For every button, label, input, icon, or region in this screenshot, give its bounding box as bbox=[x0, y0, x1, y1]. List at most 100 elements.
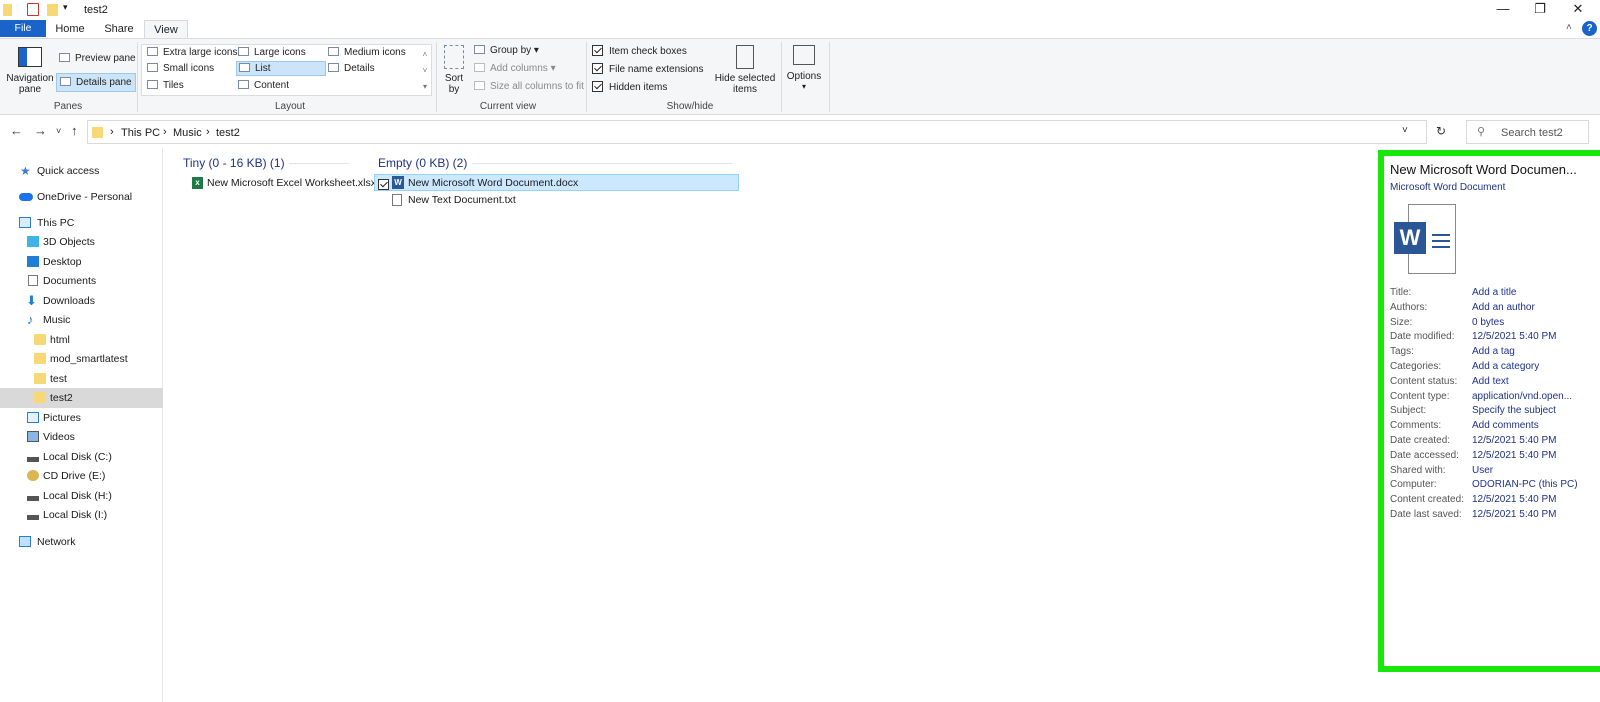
forward-arrow-icon[interactable]: → bbox=[34, 123, 47, 138]
size-all-columns-button[interactable]: Size all columns to fit bbox=[474, 81, 584, 92]
nav-item-this-pc[interactable]: This PC bbox=[0, 213, 163, 233]
group-heading-tiny[interactable]: Tiny (0 - 16 KB) (1) bbox=[183, 156, 285, 170]
customize-toolbar-icon[interactable]: ▾ bbox=[63, 2, 68, 13]
breadcrumb-this-pc[interactable]: This PC bbox=[121, 127, 160, 139]
details-pane-button[interactable]: Details pane bbox=[56, 73, 136, 92]
tab-home[interactable]: Home bbox=[52, 20, 88, 39]
address-dropdown-icon[interactable]: ˅ bbox=[1402, 125, 1408, 136]
nav-item-desktop[interactable]: Desktop bbox=[0, 252, 163, 272]
nav-item-local-disk-c[interactable]: Local Disk (C:) bbox=[0, 447, 163, 467]
nav-item-local-disk-i[interactable]: Local Disk (I:) bbox=[0, 505, 163, 525]
layout-extra-large-icons[interactable]: Extra large icons bbox=[147, 47, 237, 58]
details-title: New Microsoft Word Documen... bbox=[1390, 162, 1577, 177]
hide-selected-items-button[interactable]: Hide selected items bbox=[713, 45, 777, 97]
nav-item-test[interactable]: test bbox=[0, 369, 163, 389]
group-heading-empty[interactable]: Empty (0 KB) (2) bbox=[378, 156, 467, 170]
text-file-icon bbox=[392, 194, 402, 206]
property-value[interactable]: Add comments bbox=[1472, 420, 1600, 431]
hidden-items-label: Hidden items bbox=[609, 82, 668, 93]
document-icon bbox=[28, 275, 38, 286]
network-icon bbox=[19, 536, 31, 547]
search-input[interactable]: ⚲ Search test2 bbox=[1466, 120, 1589, 144]
nav-item-test2[interactable]: test2 bbox=[0, 388, 163, 408]
layout-medium-icons[interactable]: Medium icons bbox=[328, 47, 406, 58]
cloud-icon bbox=[19, 193, 33, 201]
recent-locations-icon[interactable]: ˅ bbox=[56, 126, 61, 136]
nav-item-3d-objects[interactable]: 3D Objects bbox=[0, 232, 163, 252]
property-value[interactable]: Add a tag bbox=[1472, 346, 1600, 357]
layout-content[interactable]: Content bbox=[238, 80, 289, 91]
tab-view[interactable]: View bbox=[144, 20, 188, 39]
hidden-items-toggle[interactable]: Hidden items bbox=[592, 81, 667, 93]
nav-item-mod-smartlatest[interactable]: mod_smartlatest bbox=[0, 349, 163, 369]
layout-large-icons[interactable]: Large icons bbox=[238, 47, 306, 58]
nav-item-onedrive[interactable]: OneDrive - Personal bbox=[0, 187, 163, 207]
item-check-boxes-toggle[interactable]: Item check boxes bbox=[592, 45, 687, 57]
nav-item-cd-drive-e[interactable]: CD Drive (E:) bbox=[0, 466, 163, 486]
folder-icon bbox=[3, 4, 12, 16]
back-arrow-icon[interactable]: ← bbox=[10, 123, 23, 138]
property-value[interactable]: 12/5/2021 5:40 PM bbox=[1472, 450, 1600, 461]
sort-by-button[interactable]: Sort by bbox=[441, 45, 467, 97]
property-value[interactable]: application/vnd.open... bbox=[1472, 391, 1600, 402]
layout-label: Details bbox=[344, 63, 375, 74]
nav-item-label: Local Disk (H:) bbox=[43, 490, 112, 502]
property-value[interactable]: Add text bbox=[1472, 376, 1600, 387]
layout-small-icons[interactable]: Small icons bbox=[147, 63, 214, 74]
collapse-ribbon-icon[interactable]: ˄ bbox=[1566, 22, 1572, 33]
property-value[interactable]: 12/5/2021 5:40 PM bbox=[1472, 494, 1600, 505]
add-columns-button[interactable]: Add columns ▾ bbox=[474, 63, 556, 74]
group-by-button[interactable]: Group by ▾ bbox=[474, 45, 539, 56]
options-button[interactable]: Options ▾ bbox=[784, 45, 824, 97]
file-word-document[interactable]: W New Microsoft Word Document.docx bbox=[374, 174, 739, 191]
nav-item-label: This PC bbox=[37, 217, 75, 229]
layout-tiles[interactable]: Tiles bbox=[147, 80, 184, 91]
excel-icon: x bbox=[192, 177, 203, 189]
up-arrow-icon[interactable]: ↑ bbox=[71, 123, 78, 138]
tab-file[interactable]: File bbox=[0, 20, 46, 37]
navigation-pane-button[interactable]: Navigation pane bbox=[4, 43, 56, 99]
property-value[interactable]: 12/5/2021 5:40 PM bbox=[1472, 331, 1600, 342]
nav-item-videos[interactable]: Videos bbox=[0, 427, 163, 447]
breadcrumb-separator: › bbox=[163, 126, 167, 138]
nav-item-network[interactable]: Network bbox=[0, 532, 163, 552]
layout-scroll-icon[interactable]: ˄ ˅ ▾ bbox=[419, 47, 431, 95]
property-key: Date created: bbox=[1390, 435, 1451, 446]
nav-item-downloads[interactable]: ⬇ Downloads bbox=[0, 291, 163, 311]
property-value[interactable]: Add a title bbox=[1472, 287, 1600, 298]
property-value[interactable]: 12/5/2021 5:40 PM bbox=[1472, 435, 1600, 446]
help-icon[interactable]: ? bbox=[1582, 21, 1597, 36]
property-value[interactable]: Specify the subject bbox=[1472, 405, 1600, 416]
property-key: Categories: bbox=[1390, 361, 1442, 372]
property-value[interactable]: 12/5/2021 5:40 PM bbox=[1472, 509, 1600, 520]
preview-pane-icon bbox=[59, 53, 70, 62]
file-name-extensions-toggle[interactable]: File name extensions bbox=[592, 63, 704, 75]
nav-item-quick-access[interactable]: ★ Quick access bbox=[0, 161, 163, 181]
nav-item-html[interactable]: html bbox=[0, 330, 163, 350]
property-value[interactable]: Add an author bbox=[1472, 302, 1600, 313]
close-button[interactable]: ✕ bbox=[1555, 0, 1600, 20]
new-folder-icon[interactable] bbox=[47, 4, 58, 16]
add-columns-icon bbox=[474, 63, 485, 72]
breadcrumb-music[interactable]: Music bbox=[173, 127, 202, 139]
details-file-type: Microsoft Word Document bbox=[1390, 182, 1506, 193]
property-value[interactable]: User bbox=[1472, 465, 1600, 476]
ribbon-separator bbox=[781, 42, 782, 112]
property-key: Subject: bbox=[1390, 405, 1427, 417]
property-value[interactable]: 0 bytes bbox=[1472, 317, 1600, 328]
checkbox-checked-icon[interactable] bbox=[378, 179, 389, 190]
nav-item-pictures[interactable]: Pictures bbox=[0, 408, 163, 428]
breadcrumb-test2[interactable]: test2 bbox=[216, 127, 240, 139]
nav-item-local-disk-h[interactable]: Local Disk (H:) bbox=[0, 486, 163, 506]
nav-item-documents[interactable]: Documents bbox=[0, 271, 163, 291]
property-value[interactable]: ODORIAN-PC (this PC) bbox=[1472, 479, 1600, 490]
tab-share[interactable]: Share bbox=[100, 20, 138, 39]
preview-pane-button[interactable]: Preview pane bbox=[57, 51, 138, 66]
nav-item-music[interactable]: ♪ Music bbox=[0, 310, 163, 330]
properties-icon[interactable] bbox=[27, 3, 39, 16]
layout-details[interactable]: Details bbox=[328, 63, 375, 74]
address-bar[interactable]: › This PC › Music › test2 ˅ bbox=[87, 120, 1427, 144]
property-value[interactable]: Add a category bbox=[1472, 361, 1600, 372]
layout-list[interactable]: List bbox=[236, 61, 326, 76]
refresh-icon[interactable]: ↻ bbox=[1436, 124, 1446, 138]
